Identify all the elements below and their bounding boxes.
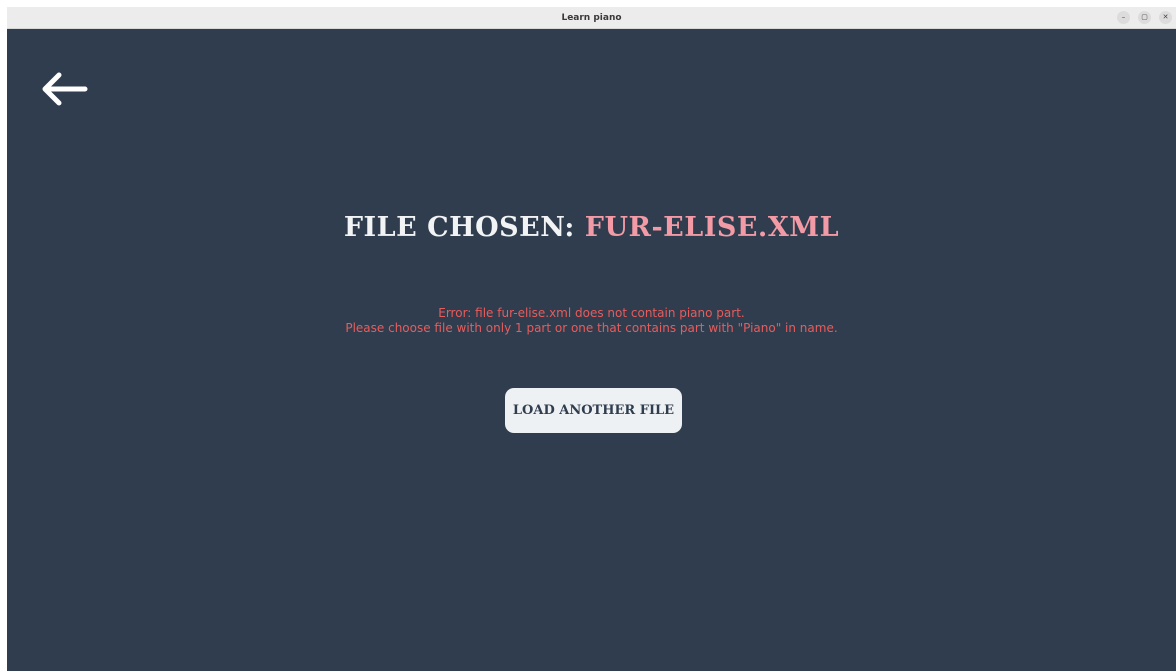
window-controls: – ▢ ✕ [1117, 11, 1172, 24]
window-title: Learn piano [561, 13, 622, 23]
title-bar: Learn piano – ▢ ✕ [7, 7, 1176, 29]
restore-button[interactable]: ▢ [1138, 11, 1151, 24]
file-name: FUR-ELISE.XML [584, 212, 840, 243]
close-button[interactable]: ✕ [1159, 11, 1172, 24]
error-message: Error: file fur-elise.xml does not conta… [7, 306, 1176, 336]
load-another-file-button[interactable]: LOAD ANOTHER FILE [505, 388, 682, 433]
main-content: FILE CHOSEN: FUR-ELISE.XML Error: file f… [7, 29, 1176, 671]
error-line-1: Error: file fur-elise.xml does not conta… [438, 306, 745, 320]
minimize-button[interactable]: – [1117, 11, 1130, 24]
file-chosen-heading: FILE CHOSEN: FUR-ELISE.XML [7, 212, 1176, 243]
arrow-left-icon [42, 72, 88, 106]
app-window: Learn piano – ▢ ✕ FILE CHOSEN: FUR-ELISE… [7, 7, 1176, 671]
error-line-2: Please choose file with only 1 part or o… [345, 321, 838, 335]
back-button[interactable] [37, 69, 89, 109]
file-chosen-label: FILE CHOSEN: [343, 212, 585, 243]
